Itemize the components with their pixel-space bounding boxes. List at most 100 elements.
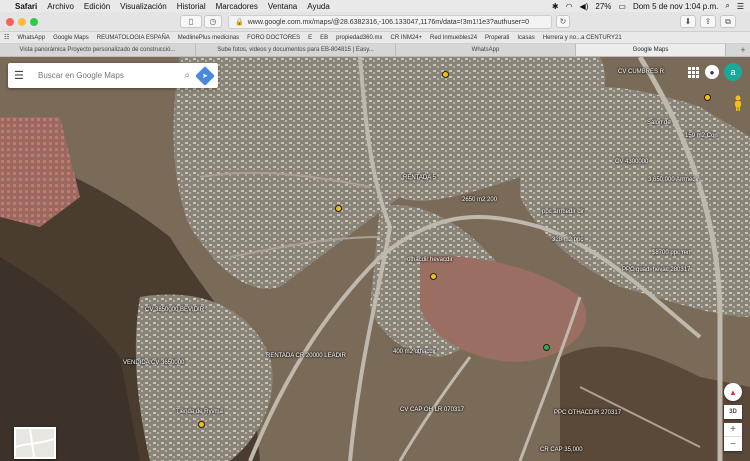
account-area: ● a [686,63,742,81]
zoom-in-button[interactable]: + [724,423,742,437]
map-label[interactable]: $8700 ppc ren [652,250,690,256]
lock-icon: 🔒 [235,19,244,26]
zoom-window-button[interactable] [30,17,38,26]
map-type-thumbnail[interactable] [14,427,56,459]
avatar[interactable]: a [724,63,742,81]
map-label[interactable]: VENDIDA CV 3650000 [123,360,184,366]
map-label[interactable]: CV CUMBRES R [618,69,664,75]
volume-icon[interactable]: ◀) [580,2,589,11]
bookmark-item[interactable]: MedlinePlus medicinas [178,35,239,41]
menu-marcadores[interactable]: Marcadores [216,2,258,11]
bluetooth-icon[interactable]: ✱ [552,2,559,11]
tab-google-maps[interactable]: Google Maps [576,44,726,56]
search-icon[interactable]: ⌕ [184,70,190,81]
history-button[interactable]: ◷ [204,15,222,28]
notifications-icon[interactable]: ● [705,65,719,79]
map-label[interactable]: 159 m2 Con [685,133,718,139]
menu-ayuda[interactable]: Ayuda [307,2,330,11]
menu-archivo[interactable]: Archivo [47,2,74,11]
menu-historial[interactable]: Historial [177,2,206,11]
map-label[interactable]: RENTADA CR 20000 LEADIR [266,353,346,359]
clock-icon: ◷ [209,17,217,26]
bookmark-item[interactable]: FORO DOCTORES [247,35,300,41]
map-label[interactable]: 3,650,000 Arrmedir [648,177,699,183]
map-pin[interactable] [430,273,437,280]
map-label[interactable]: RENTADA 5 [403,175,436,181]
tabs-overview-button[interactable]: ⧉ [720,15,736,28]
bookmarks-bar: ☷ WhatsApp Google Maps REUMATOLOGIA ESPA… [0,32,750,44]
zoom-control: + − [724,423,742,451]
pegman-icon[interactable] [732,95,744,111]
share-icon: ⇪ [704,17,712,26]
map-thumbnail-graphic [15,428,55,458]
menu-ventana[interactable]: Ventana [268,2,297,11]
bookmarks-icon[interactable]: ☷ [4,34,9,41]
tab-label: Google Maps [632,47,669,53]
bookmark-item[interactable]: Icasas [517,35,534,41]
map-label[interactable]: Tienda de Ryvma [176,409,223,415]
map-canvas[interactable]: CV CUMBRES R Salón de 159 m2 Con CV 4300… [0,57,750,461]
map-label[interactable]: CV 3850000 BEVIDIR [145,307,204,313]
map-label[interactable]: Salón de [647,120,671,126]
hamburger-menu-icon[interactable]: ☰ [14,69,28,82]
directions-icon[interactable]: ➤ [195,65,215,86]
map-label[interactable]: CV CAP OH LR 070317 [400,407,464,413]
bookmark-item[interactable]: EB [320,35,328,41]
reload-icon: ↻ [559,17,567,26]
map-controls: ▲ 3D + − [724,383,742,451]
close-window-button[interactable] [6,17,14,26]
spotlight-icon[interactable]: ⌕ [725,1,729,11]
menu-visualizacion[interactable]: Visualización [120,2,167,11]
notification-center-icon[interactable]: ☰ [737,2,744,11]
bookmark-item[interactable]: E [308,35,312,41]
map-label[interactable]: 400 m2 othacdir [393,349,436,355]
map-label[interactable]: CR CAP 35,000 [540,447,583,453]
map-label[interactable]: PPC guad. hevac 280317 [622,267,690,273]
menu-edicion[interactable]: Edición [84,2,110,11]
map-pin[interactable] [335,205,342,212]
new-tab-button[interactable]: + [736,44,750,56]
menu-app-safari[interactable]: Safari [15,2,37,11]
search-box: ☰ ⌕ ➤ [8,63,218,88]
tab-label: WhatsApp [471,47,500,53]
bookmark-item[interactable]: WhatsApp [17,35,45,41]
map-label[interactable]: othacdir hevacdir [407,257,453,263]
wifi-icon[interactable]: ◠ [566,2,573,11]
zoom-out-button[interactable]: − [724,437,742,451]
tab-label: Vista panorámica Proyecto personalizado … [19,47,176,53]
minimize-window-button[interactable] [18,17,26,26]
downloads-button[interactable]: ⬇ [680,15,696,28]
map-pin[interactable] [543,344,550,351]
tab-vista-panoramica[interactable]: Vista panorámica Proyecto personalizado … [0,44,196,56]
bookmark-item[interactable]: CR INM24+ [390,35,422,41]
address-bar[interactable]: 🔒 www.google.com.mx/maps/@28.6382316,-10… [228,15,552,29]
bookmark-item[interactable]: Google Maps [53,35,89,41]
map-pin[interactable] [704,94,711,101]
tab-sube-fotos[interactable]: Sube fotos, videos y documentos para EB-… [196,44,396,56]
map-label[interactable]: ppc arrmedir dir [542,209,584,215]
reload-button[interactable]: ↻ [556,15,570,28]
3d-toggle-button[interactable]: 3D [724,405,742,419]
battery-icon[interactable]: ▭ [618,2,626,11]
bookmark-item[interactable]: Herrera y no...a CENTURY21 [543,35,622,41]
share-button[interactable]: ⇪ [700,15,716,28]
bookmark-item[interactable]: REUMATOLOGIA ESPAÑA [97,35,170,41]
bookmark-item[interactable]: Red Inmuebles24 [430,35,477,41]
tab-bar: Vista panorámica Proyecto personalizado … [0,44,750,57]
map-label[interactable]: 328 m2 ppc [552,237,583,243]
compass-icon[interactable]: ▲ [724,383,742,401]
map-pin[interactable] [198,421,205,428]
bookmark-item[interactable]: Properati [485,35,509,41]
tab-whatsapp[interactable]: WhatsApp [396,44,576,56]
map-label[interactable]: 2650 m2 200 [462,197,497,203]
bookmark-item[interactable]: propiedad360.mx [336,35,382,41]
map-label[interactable]: CV 4300000 [615,159,648,165]
apps-grid-icon[interactable] [686,65,700,79]
battery-percent[interactable]: 27% [595,2,611,11]
clock[interactable]: Dom 5 de nov 1:04 p.m. [633,2,718,11]
map-pin[interactable] [442,71,449,78]
sidebar-toggle-button[interactable]: ▯ [180,15,202,28]
map-label[interactable]: PPC OTHACDIR 270317 [554,410,621,416]
satellite-imagery [0,57,750,461]
search-input[interactable] [38,71,185,80]
